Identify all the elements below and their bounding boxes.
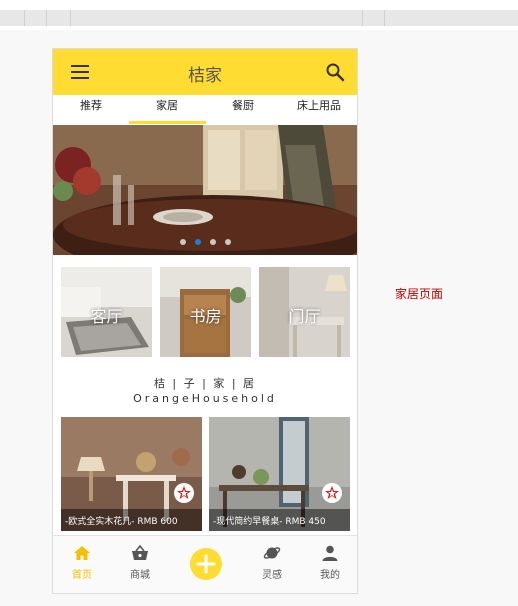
pagination-dot[interactable]	[225, 239, 231, 245]
star-icon	[325, 486, 339, 499]
product-caption: -现代简约早餐桌- RMB 450	[213, 517, 326, 527]
app-title: 桔家	[188, 66, 222, 86]
toolbar-segment	[24, 10, 47, 26]
active-tab-indicator	[129, 121, 206, 124]
banner-carousel[interactable]	[53, 125, 357, 255]
product-caption-bar: -现代简约早餐桌- RMB 450	[209, 509, 350, 531]
page-annotation: 家居页面	[395, 287, 444, 301]
add-button[interactable]	[190, 548, 222, 580]
phone-screen: 桔家 推荐 家居 餐厨 床上用品 客厅 书房 门厅 桔 | 子 | 家 | 居 …	[52, 48, 358, 594]
category-label: 书房	[189, 307, 222, 326]
nav-label: 我的	[320, 570, 340, 581]
toolbar-segment	[362, 10, 385, 26]
tab-home[interactable]: 家居	[129, 97, 205, 113]
product-caption: -欧式全实木花几- RMB 600	[65, 517, 178, 527]
toolbar-segment	[340, 10, 363, 26]
nav-shop[interactable]: 商城	[115, 544, 165, 581]
toolbar-bar	[0, 10, 518, 26]
app-bar: 桔家	[53, 49, 357, 95]
banner-pagination	[53, 239, 357, 247]
pagination-dot-active[interactable]	[195, 239, 201, 245]
toolbar-segment	[0, 10, 25, 26]
category-tabs: 推荐 家居 餐厨 床上用品	[53, 95, 357, 121]
basket-icon	[132, 544, 148, 560]
category-study[interactable]: 书房	[160, 267, 251, 357]
banner-image	[53, 125, 357, 255]
product-card[interactable]: -现代简约早餐桌- RMB 450	[209, 417, 350, 531]
favorite-badge[interactable]	[322, 483, 342, 503]
nav-label: 商城	[130, 570, 150, 581]
nav-home[interactable]: 首页	[57, 544, 107, 581]
add-icon	[196, 554, 216, 574]
brand-name-en: OrangeHousehold	[133, 392, 277, 405]
star-icon	[177, 486, 191, 499]
nav-label: 灵感	[262, 570, 282, 581]
home-icon	[74, 546, 90, 560]
category-foyer[interactable]: 门厅	[259, 267, 350, 357]
category-label: 门厅	[288, 307, 321, 326]
toolbar-segment	[46, 10, 71, 26]
tab-recommend[interactable]: 推荐	[53, 97, 129, 113]
product-card[interactable]: -欧式全实木花几- RMB 600	[61, 417, 202, 531]
browser-toolbar-strip	[0, 0, 518, 30]
pagination-dot[interactable]	[180, 239, 186, 245]
brand-name-cn: 桔 | 子 | 家 | 居	[153, 377, 257, 390]
category-living-room[interactable]: 客厅	[61, 267, 152, 357]
search-icon[interactable]	[325, 62, 345, 82]
pagination-dot[interactable]	[210, 239, 216, 245]
bottom-navigation: 首页 商城 灵感 我的	[53, 535, 357, 593]
product-caption-bar: -欧式全实木花几- RMB 600	[61, 509, 202, 531]
tab-bedding[interactable]: 床上用品	[281, 97, 357, 113]
category-label: 客厅	[90, 307, 123, 326]
tab-kitchen[interactable]: 餐厨	[205, 97, 281, 113]
user-icon	[322, 545, 338, 561]
nav-label: 首页	[72, 570, 92, 581]
favorite-badge[interactable]	[174, 483, 194, 503]
nav-inspiration[interactable]: 灵感	[247, 544, 297, 581]
planet-icon	[263, 547, 281, 559]
nav-profile[interactable]: 我的	[305, 544, 355, 581]
